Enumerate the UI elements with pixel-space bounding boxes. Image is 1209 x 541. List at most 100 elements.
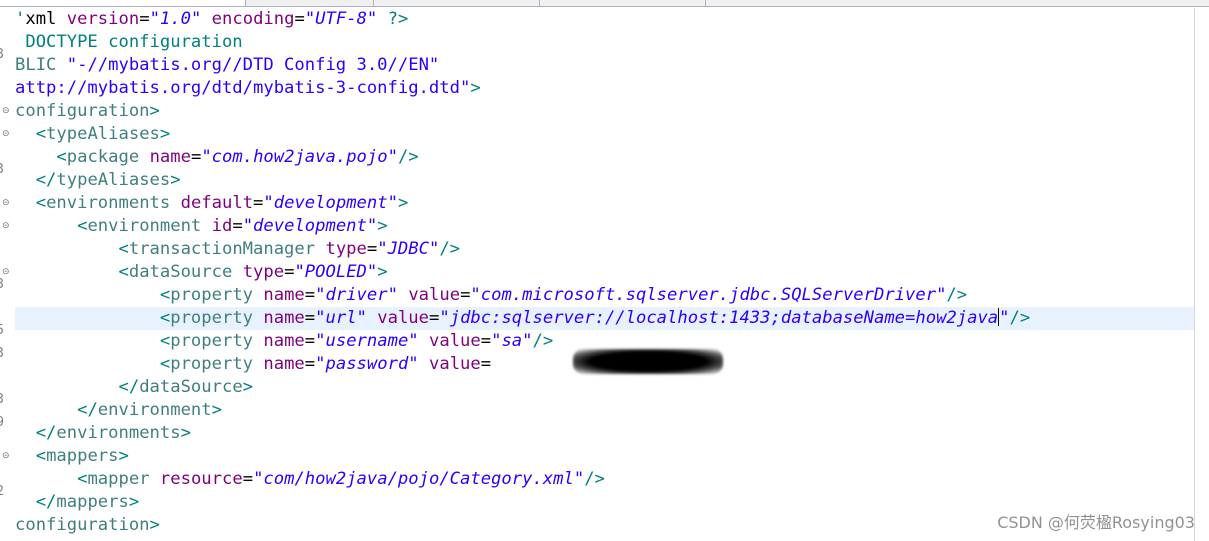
- code-token-punct: <: [159, 331, 171, 351]
- fold-collapse-icon[interactable]: ⊝: [2, 100, 12, 123]
- code-line[interactable]: <environment id="development">: [15, 215, 388, 238]
- code-token-val: "UTF-8": [304, 9, 378, 29]
- editor-tab-strip-empty: [705, 0, 1209, 6]
- fold-collapse-icon[interactable]: ⊝: [2, 192, 12, 215]
- code-token-punct: ?>: [387, 9, 409, 29]
- code-line[interactable]: configuration>: [15, 100, 160, 123]
- code-line[interactable]: </mappers>: [15, 491, 140, 514]
- code-token-attr: version: [66, 9, 140, 29]
- code-token-val: "JDBC": [377, 239, 440, 259]
- code-token-tag: property: [170, 285, 254, 305]
- code-line[interactable]: <package name="com.how2java.pojo"/>: [15, 146, 419, 169]
- code-token-val: "1.0": [149, 9, 202, 29]
- code-token-attr: type: [325, 239, 367, 259]
- fold-collapse-icon[interactable]: ⊝: [2, 123, 12, 146]
- code-token-punct: <: [118, 239, 129, 259]
- code-token-punct: <: [35, 124, 47, 144]
- code-token-val: "username": [315, 331, 419, 351]
- code-line[interactable]: <property name="password" value= />: [15, 353, 636, 376]
- code-line[interactable]: attp://mybatis.org/dtd/mybatis-3-config.…: [15, 77, 481, 100]
- code-token-attr: name: [263, 308, 305, 328]
- code-token-punct: <: [77, 216, 88, 236]
- code-line[interactable]: <property name="driver" value="com.micro…: [15, 284, 967, 307]
- code-line[interactable]: <transactionManager type="JDBC"/>: [15, 238, 460, 261]
- code-token-attr: value: [377, 308, 430, 328]
- code-token-attr: value: [408, 285, 461, 305]
- code-token-punct: >: [242, 377, 254, 397]
- code-line[interactable]: <typeAliases>: [15, 123, 171, 146]
- code-token-punct: >: [180, 423, 191, 443]
- code-line[interactable]: </typeAliases>: [15, 169, 181, 192]
- code-line[interactable]: </dataSource>: [15, 376, 253, 399]
- line-number: 3: [0, 47, 4, 62]
- vertical-scrollbar[interactable]: [1194, 8, 1209, 541]
- code-token-punct: >: [377, 216, 388, 236]
- code-line-current[interactable]: <property name="url" value="jdbc:sqlserv…: [15, 307, 1195, 330]
- fold-collapse-icon[interactable]: ⊝: [2, 215, 12, 238]
- code-line[interactable]: configuration>: [15, 514, 160, 537]
- code-token-val: "POOLED": [294, 262, 378, 282]
- code-line[interactable]: DOCTYPE configuration: [15, 31, 242, 54]
- code-token-punct: >: [397, 193, 409, 213]
- code-token-tag: configuration: [15, 101, 150, 121]
- code-line[interactable]: <property name="username" value="sa"/>: [15, 330, 553, 353]
- editor-tab[interactable]: [245, 0, 374, 6]
- editor-tab[interactable]: [539, 0, 706, 6]
- code-token-punct: <: [159, 308, 171, 328]
- xml-editor-window: 3 3 3 5 3 3 9 2 ⊝ ⊝ ⊝ ⊝ ⊝ ⊝ 'xml version="1.0" encodi…: [0, 0, 1209, 541]
- code-token-tag: environment: [97, 400, 212, 420]
- code-token-attr: resource: [159, 469, 243, 489]
- code-line[interactable]: <mappers>: [15, 445, 129, 468]
- code-token-attr: type: [242, 262, 285, 282]
- code-token-val: "jdbc:sqlserver://localhost:1433;databas…: [439, 308, 999, 328]
- line-number-gutter[interactable]: 3 3 3 5 3 3 9 2 ⊝ ⊝ ⊝ ⊝ ⊝ ⊝: [0, 8, 15, 541]
- code-line[interactable]: <environments default="development">: [15, 192, 409, 215]
- code-token-attr: default: [180, 193, 254, 213]
- code-token-val: "url": [315, 308, 367, 328]
- code-token-tag: mappers: [56, 492, 129, 512]
- code-token-val: "development": [242, 216, 378, 236]
- code-line[interactable]: </environments>: [15, 422, 191, 445]
- code-token-punct: </: [35, 423, 57, 443]
- code-token-plain: =: [190, 147, 202, 167]
- fold-collapse-icon[interactable]: ⊝: [2, 445, 12, 468]
- code-token-tag: transactionManager: [128, 239, 316, 259]
- code-token-plain: =: [139, 9, 150, 29]
- code-line[interactable]: BLIC "-//mybatis.org//DTD Config 3.0//EN…: [15, 54, 439, 77]
- code-token-punct: />: [397, 147, 419, 167]
- editor-tab[interactable]: [373, 0, 540, 6]
- code-line[interactable]: <mapper resource="com/how2java/pojo/Cate…: [15, 468, 605, 491]
- code-token-punct: >: [118, 446, 129, 466]
- code-token-punct: </: [77, 400, 98, 420]
- line-number: 3: [0, 346, 4, 361]
- code-editor[interactable]: 'xml version="1.0" encoding="UTF-8" ?> D…: [15, 8, 1195, 541]
- code-token-val: "com.microsoft.sqlserver.jdbc.SQLServerD…: [470, 285, 947, 305]
- code-token-plain: =: [304, 308, 316, 328]
- code-token-val: "sa": [491, 331, 533, 351]
- code-token-punct: ': [15, 9, 26, 29]
- code-token-punct: >: [159, 124, 171, 144]
- fold-collapse-icon[interactable]: ⊝: [2, 261, 12, 284]
- code-line[interactable]: <dataSource type="POOLED">: [15, 261, 387, 284]
- code-token-attr: value: [429, 354, 481, 374]
- editor-tab-active[interactable]: [0, 0, 245, 6]
- code-token-attr: value: [429, 331, 481, 351]
- code-line[interactable]: </environment>: [15, 399, 222, 422]
- code-line[interactable]: 'xml version="1.0" encoding="UTF-8" ?>: [15, 8, 408, 31]
- code-token-punct: <: [159, 354, 171, 374]
